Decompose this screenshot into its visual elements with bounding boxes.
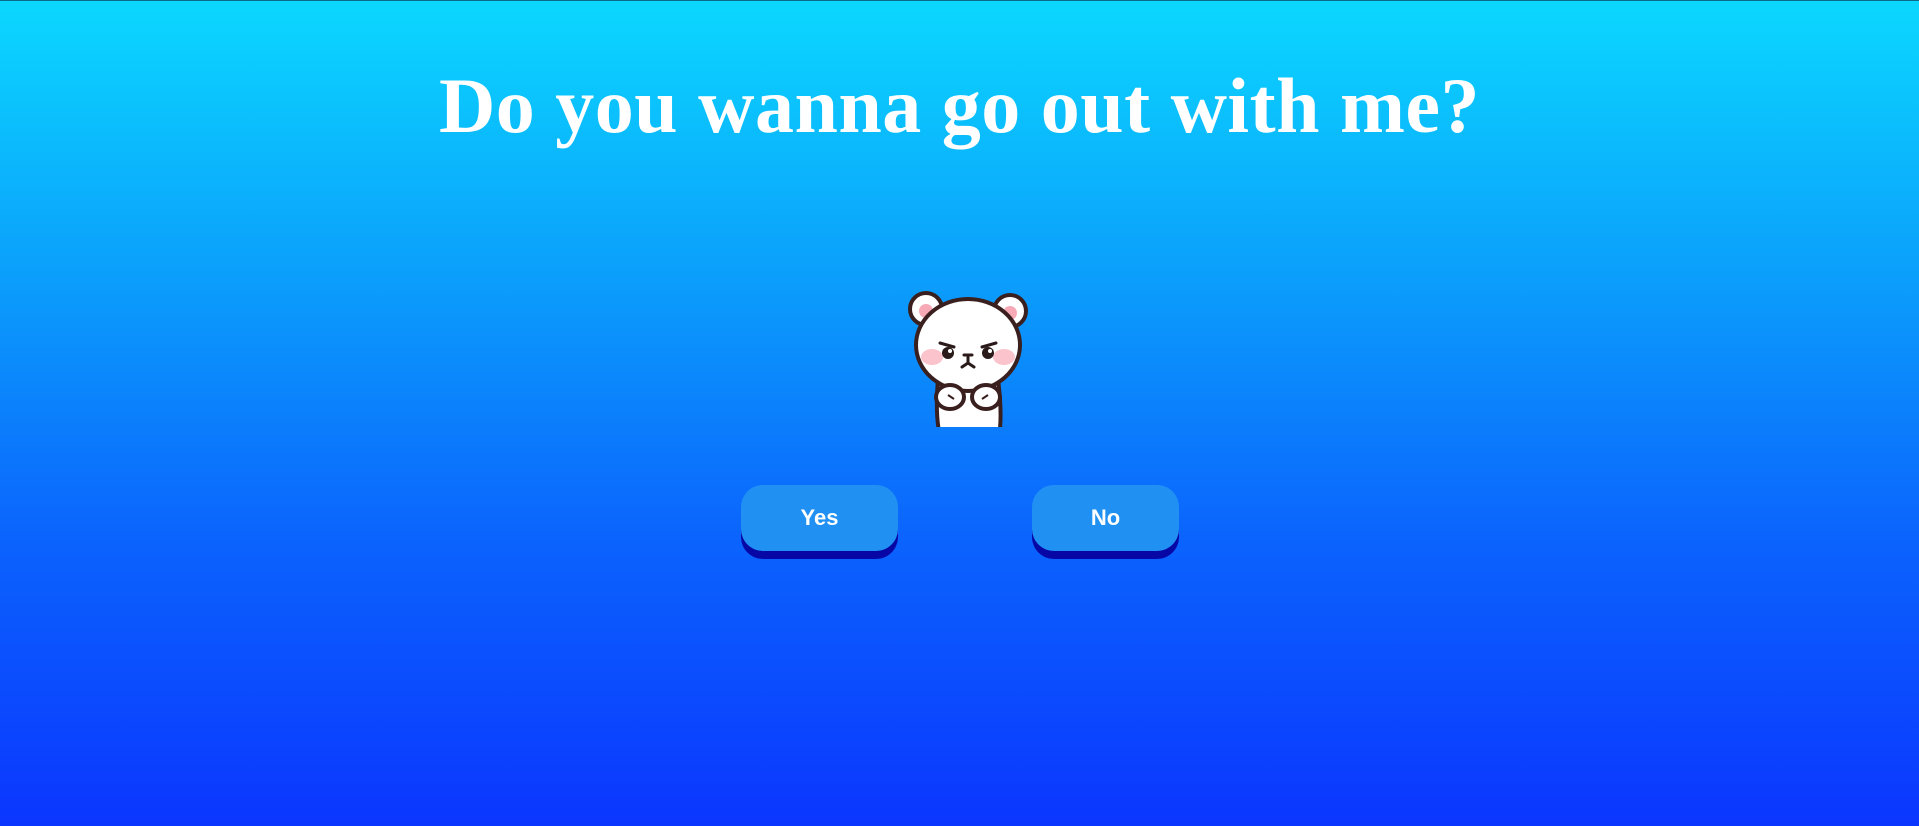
- bear-icon: [908, 291, 1028, 427]
- page-title: Do you wanna go out with me?: [438, 62, 1481, 149]
- bear-illustration: [904, 287, 1032, 427]
- yes-button[interactable]: Yes: [741, 485, 898, 551]
- no-button[interactable]: No: [1032, 485, 1179, 551]
